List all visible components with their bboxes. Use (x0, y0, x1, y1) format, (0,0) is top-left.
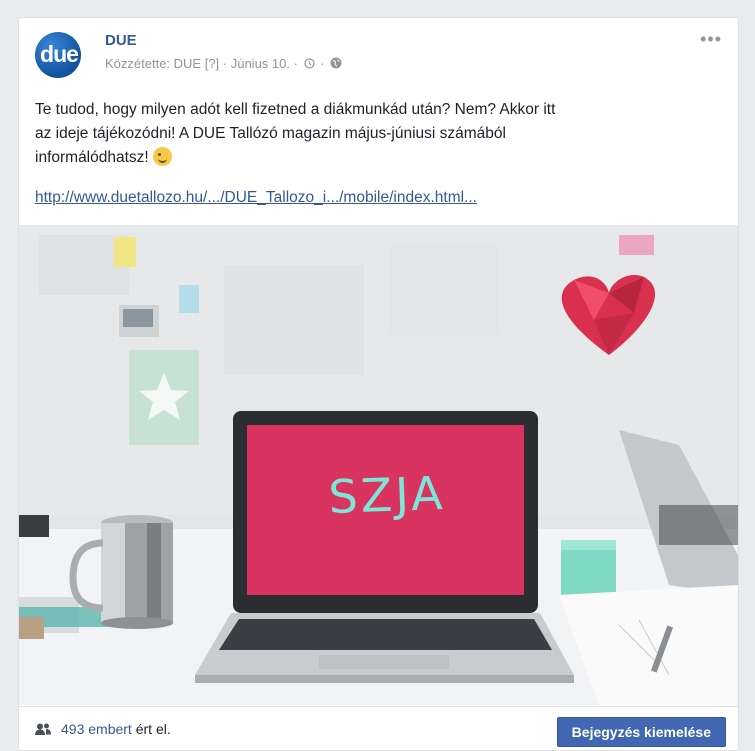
clock-icon (303, 57, 315, 72)
laptop-screen-text: SZJA (327, 465, 447, 525)
post-body-line-1: Te tudod, hogy milyen adót kell fizetned… (35, 101, 556, 118)
page-name-link[interactable]: DUE (105, 32, 137, 49)
more-options-button[interactable]: ••• (700, 30, 722, 48)
reach-suffix: ért el. (131, 721, 171, 737)
post-header: due DUE Közzétette: DUE [?] · Június 10.… (35, 30, 722, 78)
post-body: Te tudod, hogy milyen adót kell fizetned… (35, 98, 725, 170)
reach-stats: 493 embert ért el. (35, 721, 171, 739)
reach-count-link[interactable]: 493 embert (61, 721, 132, 737)
post-card: due DUE Közzétette: DUE [?] · Június 10.… (18, 17, 739, 751)
post-body-line-3: informálódhatsz! (35, 149, 149, 166)
wink-emoji-icon (153, 147, 173, 166)
post-image[interactable]: SZJA (19, 225, 738, 705)
article-link[interactable]: http://www.duetallozo.hu/.../DUE_Tallozo… (35, 189, 477, 207)
page-avatar[interactable]: due (35, 32, 81, 78)
post-meta: Közzétette: DUE [?] · Június 10. · · (105, 56, 344, 72)
boost-post-button[interactable]: Bejegyzés kiemelése (556, 717, 726, 747)
post-body-line-2: az ideje tájékozódni! A DUE Tallózó maga… (35, 125, 506, 142)
post-image-illustration (19, 225, 738, 705)
post-meta-text: Közzétette: DUE [?] · Június 10. · (105, 56, 298, 71)
people-icon (35, 723, 51, 739)
post-footer: 493 embert ért el. Bejegyzés kiemelése (19, 706, 738, 750)
avatar-logo-text: due (40, 41, 79, 67)
globe-icon[interactable] (330, 57, 342, 72)
